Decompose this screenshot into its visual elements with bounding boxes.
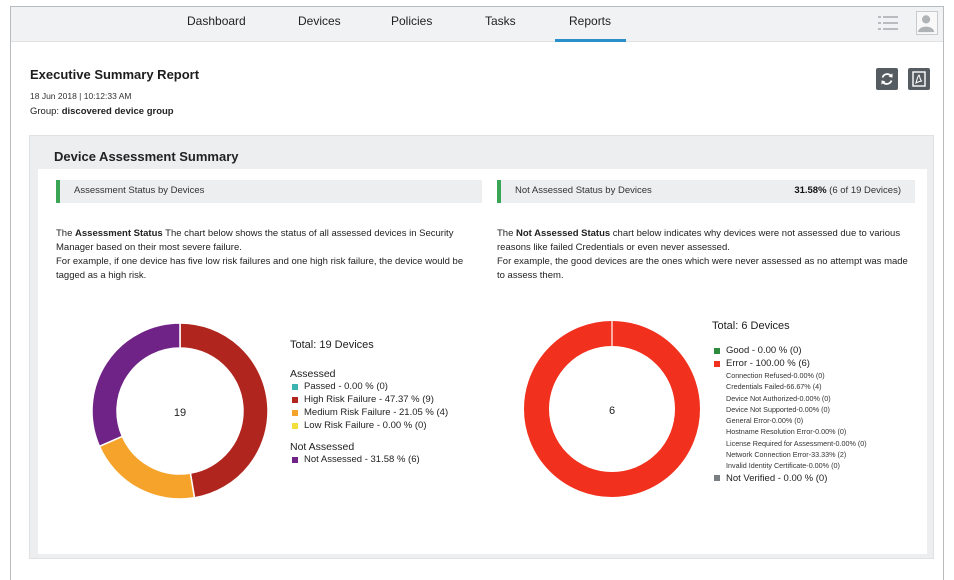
legend-label: Not Verified - 0.00 % (0) — [726, 472, 828, 484]
legend-label: Good - 0.00 % (0) — [726, 345, 802, 356]
not-assessed-group-label: Not Assessed — [290, 441, 355, 453]
tab-policies[interactable]: Policies — [391, 14, 432, 28]
legend-label: Medium Risk Failure - 21.05 % (4) — [304, 407, 449, 418]
pdf-export-button[interactable] — [908, 68, 930, 90]
report-group: Group: discovered device group — [30, 106, 174, 117]
tab-devices[interactable]: Devices — [298, 14, 341, 28]
assessment-status-heading: Assessment Status by Devices — [74, 185, 205, 196]
reason-credentials-failed: Credentials Failed-66.67% (4) — [726, 382, 822, 392]
legend-item-not-assessed: Not Assessed - 31.58 % (6) — [290, 453, 490, 466]
legend-swatch — [714, 475, 720, 482]
user-avatar[interactable] — [916, 11, 938, 35]
legend-swatch — [714, 360, 720, 367]
not-assessed-center-value: 6 — [609, 405, 615, 417]
summary-title: Device Assessment Summary — [54, 149, 239, 164]
legend-item-not-verified: Not Verified - 0.00 % (0) — [712, 472, 922, 485]
assessment-desc-line2: For example, if one device has five low … — [56, 256, 464, 281]
user-icon — [917, 15, 935, 33]
legend-label: High Risk Failure - 47.37 % (9) — [304, 394, 434, 405]
summary-card: Assessment Status by Devices The Assessm… — [38, 169, 927, 554]
reason-license-required: License Required for Assessment-0.00% (0… — [726, 438, 867, 448]
group-label: Group: — [30, 106, 60, 117]
pdf-export-icon — [912, 71, 926, 87]
legend-swatch — [292, 383, 298, 390]
not-assessed-desc-line2: For example, the good devices are the on… — [497, 256, 908, 281]
legend-swatch — [292, 456, 298, 463]
reason-connection-refused: Connection Refused-0.00% (0) — [726, 371, 825, 380]
tab-reports[interactable]: Reports — [569, 14, 611, 28]
not-assessed-description: The Not Assessed Status chart below indi… — [497, 227, 917, 283]
not-assessed-status-heading: Not Assessed Status by Devices — [515, 185, 652, 196]
reason-general-error: General Error-0.00% (0) — [726, 416, 804, 426]
legend-item-good: Good - 0.00 % (0) — [712, 344, 922, 357]
legend-label: Error - 100.00 % (6) — [726, 358, 810, 369]
legend-item-low-risk: Low Risk Failure - 0.00 % (0) — [290, 419, 490, 432]
not-assessed-slices — [524, 321, 700, 497]
assessed-group-label: Assessed — [290, 368, 336, 380]
legend-swatch — [292, 422, 298, 429]
legend-label: Passed - 0.00 % (0) — [304, 381, 388, 392]
tab-dashboard[interactable]: Dashboard — [187, 14, 246, 28]
not-assessed-stat: 31.58% (6 of 19 Devices) — [794, 185, 901, 196]
reason-invalid-identity-certificate: Invalid Identity Certificate-0.00% (0) — [726, 461, 840, 471]
group-value: discovered device group — [61, 106, 174, 117]
refresh-button[interactable] — [876, 68, 898, 90]
assessment-desc-bold: Assessment Status — [75, 228, 163, 239]
not-assessed-stat-count: (6 of 19 Devices) — [826, 185, 901, 196]
reason-device-not-supported: Device Not Supported-0.00% (0) — [726, 404, 830, 414]
not-assessed-desc-bold: Not Assessed Status — [516, 228, 611, 239]
donut-slice-2 — [98, 435, 196, 500]
assessment-total: Total: 19 Devices — [290, 339, 374, 351]
legend-label: Low Risk Failure - 0.00 % (0) — [304, 420, 427, 431]
donut-slice-4 — [91, 322, 181, 448]
legend-item-medium-risk: Medium Risk Failure - 21.05 % (4) — [290, 406, 490, 419]
legend-swatch — [292, 396, 298, 403]
assessment-description: The Assessment Status The chart below sh… — [56, 227, 486, 283]
not-assessed-status-header: Not Assessed Status by Devices 31.58% (6… — [497, 180, 915, 203]
legend-item-passed: Passed - 0.00 % (0) — [290, 380, 490, 393]
legend-swatch — [292, 409, 298, 416]
legend-item-high-risk: High Risk Failure - 47.37 % (9) — [290, 393, 490, 406]
legend-item-error: Error - 100.00 % (6) — [712, 357, 922, 370]
assessment-status-header: Assessment Status by Devices — [56, 180, 482, 203]
assessment-legend: Total: 19 Devices Assessed Passed - 0.00… — [290, 339, 490, 466]
legend-swatch — [714, 347, 720, 354]
donut-slice-1 — [179, 322, 269, 499]
not-assessed-stat-percent: 31.58% — [794, 185, 827, 196]
refresh-icon — [881, 73, 893, 85]
device-assessment-summary-panel: Device Assessment Summary Assessment Sta… — [29, 135, 934, 559]
not-assessed-legend: Total: 6 Devices Good - 0.00 % (0) Error… — [712, 320, 922, 485]
active-tab-indicator — [555, 39, 626, 42]
list-view-icon[interactable] — [877, 14, 899, 32]
assessment-center-value: 19 — [174, 407, 186, 419]
assessment-donut-chart: 19 — [91, 322, 269, 500]
not-assessed-total: Total: 6 Devices — [712, 320, 790, 332]
tab-tasks[interactable]: Tasks — [485, 14, 516, 28]
not-assessed-donut-chart: 6 — [524, 321, 700, 497]
top-navigation: Dashboard Devices Policies Tasks Reports — [11, 7, 943, 42]
reason-device-not-authorized: Device Not Authorized-0.00% (0) — [726, 393, 831, 403]
legend-label: Not Assessed - 31.58 % (6) — [304, 454, 420, 465]
report-title: Executive Summary Report — [30, 67, 200, 82]
report-timestamp: 18 Jun 2018 | 10:12:33 AM — [30, 91, 132, 101]
reason-hostname-resolution-error: Hostname Resolution Error-0.00% (0) — [726, 427, 847, 437]
report-window: Dashboard Devices Policies Tasks Reports… — [10, 6, 944, 580]
reason-network-connection-error: Network Connection Error-33.33% (2) — [726, 450, 847, 460]
